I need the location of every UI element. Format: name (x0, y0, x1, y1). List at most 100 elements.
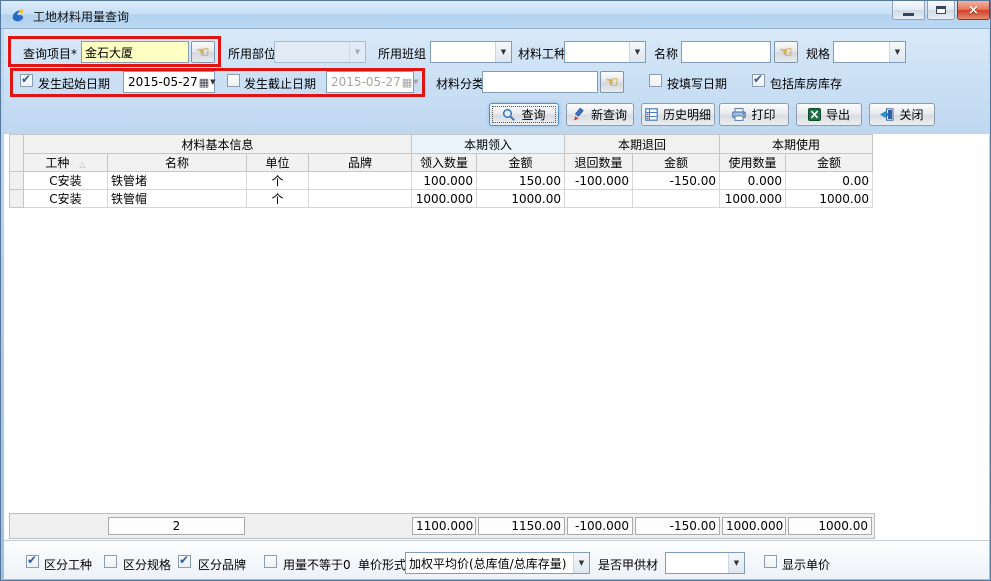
group-used: 本期使用 (720, 135, 873, 154)
show-unit-price-checkbox[interactable]: ✔ (764, 555, 777, 568)
cell-use-qty: 1000.000 (720, 190, 786, 208)
column-header-row: 工种△ 名称 单位 品牌 领入数量 金额 退回数量 金额 使用数量 金额 (10, 154, 873, 172)
check-icon: ✔ (27, 553, 37, 567)
col-header-craft-label: 工种 (45, 156, 69, 170)
start-date-field[interactable]: 2015-05-27 ▦ ▼ (123, 71, 215, 93)
end-date-checkbox[interactable]: ✔ (227, 74, 240, 87)
material-category-picker-button[interactable]: ☜ (600, 71, 624, 93)
chevron-down-icon[interactable]: ▼ (210, 78, 215, 86)
end-date-value: 2015-05-27 (327, 75, 401, 89)
app-logo-icon (10, 7, 26, 23)
query-button[interactable]: 查询 (489, 103, 559, 126)
maximize-icon (936, 6, 946, 14)
material-craft-combo[interactable]: ▼ (564, 41, 646, 63)
row-indicator-header (10, 135, 24, 172)
name-picker-button[interactable]: ☜ (774, 41, 798, 63)
col-header-brand[interactable]: 品牌 (309, 154, 412, 172)
col-header-use-amt[interactable]: 金额 (786, 154, 873, 172)
chevron-down-icon: ▼ (573, 553, 589, 573)
table-row[interactable]: C安装 铁管帽 个 1000.000 1000.00 1000.000 1000… (10, 190, 873, 208)
owner-supplied-label: 是否甲供材 (598, 556, 658, 573)
chevron-down-icon: ▼ (629, 42, 645, 62)
group-received: 本期领入 (412, 135, 565, 154)
check-icon: ✔ (21, 72, 31, 86)
chevron-down-icon: ▼ (413, 78, 418, 86)
name-input[interactable] (681, 41, 771, 63)
app-window: 工地材料用量查询 × 查询项目* ☜ 所用部位 ▼ 所用班组 ▼ 材料工 (0, 0, 991, 581)
results-table: 材料基本信息 本期领入 本期退回 本期使用 工种△ 名称 单位 品牌 领入数量 … (9, 134, 873, 208)
cell-recv-amt: 1000.00 (477, 190, 565, 208)
print-button[interactable]: 打印 (719, 103, 789, 126)
cell-brand (309, 190, 412, 208)
include-stock-checkbox[interactable]: ✔ (752, 74, 765, 87)
check-icon: ✔ (179, 553, 189, 567)
cell-use-qty: 0.000 (720, 172, 786, 190)
col-header-ret-amt[interactable]: 金额 (633, 154, 720, 172)
history-detail-button[interactable]: 历史明细 (641, 103, 715, 126)
titlebar[interactable]: 工地材料用量查询 × (1, 1, 990, 29)
by-spec-label: 区分规格 (123, 556, 171, 573)
filter-panel: 查询项目* ☜ 所用部位 ▼ 所用班组 ▼ 材料工种 ▼ 名称 ☜ 规格 (4, 29, 989, 134)
search-icon (502, 108, 516, 122)
by-brand-checkbox[interactable]: ✔ (178, 555, 191, 568)
calendar-icon: ▦ (198, 76, 210, 89)
close-icon: × (968, 3, 979, 18)
owner-supplied-combo[interactable]: ▼ (665, 552, 745, 574)
new-query-button[interactable]: 新查询 (566, 103, 634, 126)
print-button-label: 打印 (751, 106, 775, 123)
chevron-down-icon: ▼ (495, 42, 511, 62)
col-header-recv-amt[interactable]: 金额 (477, 154, 565, 172)
by-craft-checkbox[interactable]: ✔ (26, 555, 39, 568)
col-header-craft[interactable]: 工种△ (24, 154, 108, 172)
export-button[interactable]: 导出 (796, 103, 862, 126)
client-area: 查询项目* ☜ 所用部位 ▼ 所用班组 ▼ 材料工种 ▼ 名称 ☜ 规格 (4, 29, 989, 579)
price-form-combo[interactable]: 加权平均价(总库值/总库存量) ▼ (405, 552, 590, 574)
by-craft-label: 区分工种 (44, 556, 92, 573)
cell-recv-qty: 1000.000 (412, 190, 477, 208)
project-input[interactable] (81, 41, 189, 63)
start-date-label: 发生起始日期 (38, 75, 110, 92)
cell-ret-qty (565, 190, 633, 208)
cell-use-amt: 1000.00 (786, 190, 873, 208)
calendar-icon: ▦ (401, 76, 413, 89)
table-row[interactable]: C安装 铁管堵 个 100.000 150.00 -100.000 -150.0… (10, 172, 873, 190)
cell-name: 铁管堵 (108, 172, 247, 190)
col-header-recv-qty[interactable]: 领入数量 (412, 154, 477, 172)
cell-unit: 个 (247, 190, 309, 208)
team-label: 所用班组 (378, 45, 426, 62)
close-window-button[interactable]: 关闭 (869, 103, 935, 126)
material-category-input[interactable] (482, 71, 598, 93)
group-header-row: 材料基本信息 本期领入 本期退回 本期使用 (10, 135, 873, 154)
project-label: 查询项目* (23, 45, 77, 62)
query-button-label: 查询 (521, 106, 545, 123)
row-indicator (10, 190, 24, 208)
col-header-name[interactable]: 名称 (108, 154, 247, 172)
end-date-label: 发生截止日期 (244, 75, 316, 92)
group-returned: 本期退回 (565, 135, 720, 154)
usage-nonzero-checkbox[interactable]: ✔ (264, 555, 277, 568)
spec-label: 规格 (806, 45, 830, 62)
spec-combo[interactable]: ▼ (833, 41, 906, 63)
start-date-checkbox[interactable]: ✔ (20, 74, 33, 87)
by-fill-date-checkbox[interactable]: ✔ (649, 74, 662, 87)
project-picker-button[interactable]: ☜ (191, 41, 215, 63)
team-combo[interactable]: ▼ (430, 41, 512, 63)
minimize-icon (903, 13, 914, 16)
col-header-use-qty[interactable]: 使用数量 (720, 154, 786, 172)
by-fill-date-label: 按填写日期 (667, 75, 727, 92)
picker-hand-icon: ☜ (605, 75, 618, 90)
maximize-button[interactable] (927, 1, 955, 20)
chevron-down-icon: ▼ (728, 553, 744, 573)
by-spec-checkbox[interactable]: ✔ (104, 555, 117, 568)
summary-ret-amt: -150.00 (635, 517, 720, 535)
include-stock-label: 包括库房库存 (770, 75, 842, 92)
new-query-button-label: 新查询 (591, 106, 627, 123)
check-icon: ✔ (753, 72, 763, 86)
col-header-ret-qty[interactable]: 退回数量 (565, 154, 633, 172)
col-header-unit[interactable]: 单位 (247, 154, 309, 172)
minimize-button[interactable] (892, 1, 925, 20)
close-button[interactable]: × (957, 1, 990, 20)
summary-use-amt: 1000.00 (788, 517, 872, 535)
summary-recv-amt: 1150.00 (478, 517, 565, 535)
row-indicator (10, 172, 24, 190)
